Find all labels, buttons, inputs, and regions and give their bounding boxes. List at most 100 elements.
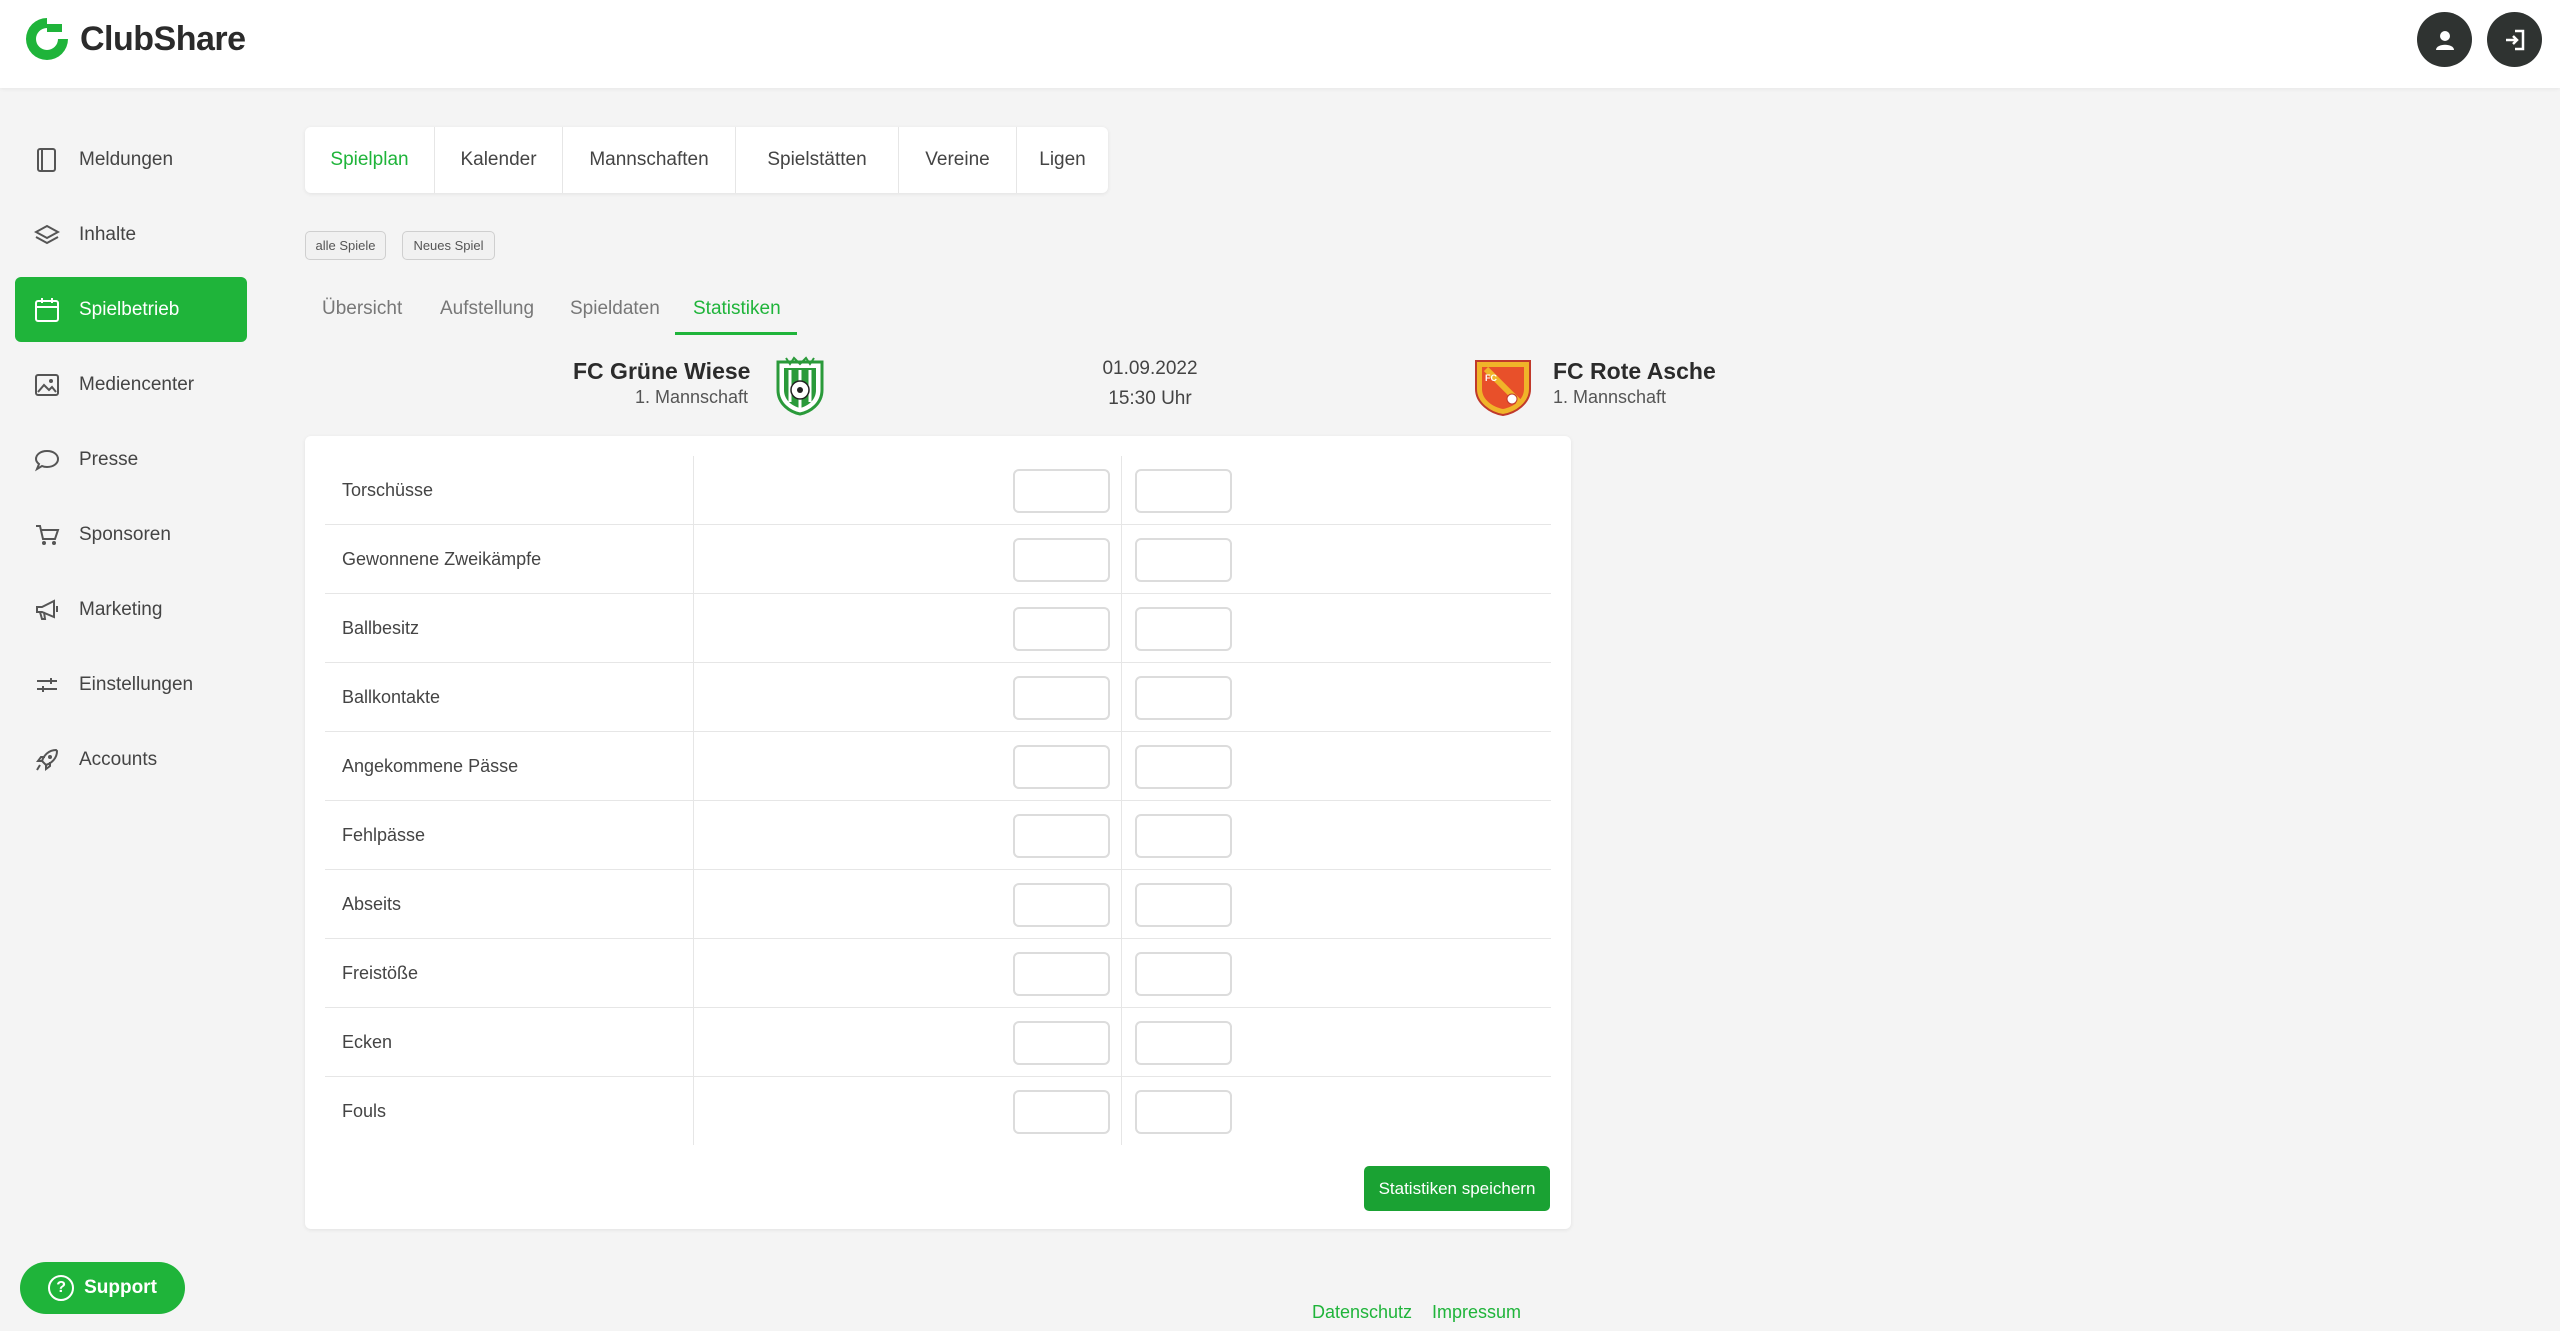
subtab-spieldaten[interactable]: Spieldaten	[570, 298, 660, 320]
stat-label: Freistöße	[342, 963, 419, 983]
subtab-uebersicht[interactable]: Übersicht	[322, 298, 402, 320]
home-stat-input[interactable]	[1013, 814, 1110, 858]
sidebar-item-label: Einstellungen	[79, 673, 194, 695]
home-team-squad: 1. Mannschaft	[635, 387, 749, 407]
subtab-statistiken[interactable]: Statistiken	[693, 298, 781, 320]
sliders-icon	[33, 671, 61, 699]
home-stat-input[interactable]	[1013, 1090, 1110, 1134]
stat-row: Torschüsse	[325, 456, 1551, 525]
top-bar: ClubShare	[0, 0, 2560, 88]
sidebar-item-accounts[interactable]: Accounts	[15, 727, 247, 792]
brand[interactable]: ClubShare	[22, 14, 246, 64]
away-stat-input[interactable]	[1135, 676, 1232, 720]
away-stat-input[interactable]	[1135, 1021, 1232, 1065]
privacy-link[interactable]: Datenschutz	[1312, 1302, 1412, 1323]
tab-spielstaetten[interactable]: Spielstätten	[736, 127, 899, 193]
sidebar-item-inhalte[interactable]: Inhalte	[15, 202, 247, 267]
sidebar-item-meldungen[interactable]: Meldungen	[15, 127, 247, 192]
stat-label: Ballkontakte	[342, 687, 441, 707]
sidebar-item-label: Spielbetrieb	[79, 298, 180, 320]
sidebar-item-label: Inhalte	[79, 223, 137, 245]
stat-row: Ecken	[325, 1008, 1551, 1077]
stat-row: Gewonnene Zweikämpfe	[325, 525, 1551, 594]
home-team-name: FC Grüne Wiese	[573, 358, 751, 384]
away-stat-input[interactable]	[1135, 814, 1232, 858]
layers-icon	[33, 221, 61, 249]
user-icon	[2435, 30, 2454, 50]
match-time: 15:30 Uhr	[1108, 388, 1192, 409]
away-team-name: FC Rote Asche	[1553, 358, 1716, 384]
match-date: 01.09.2022	[1102, 358, 1198, 379]
sidebar-item-label: Presse	[79, 448, 139, 470]
support-button[interactable]: ? Support	[20, 1262, 185, 1314]
sidebar-item-spielbetrieb[interactable]: Spielbetrieb	[15, 277, 247, 342]
stat-row: Angekommene Pässe	[325, 732, 1551, 801]
rocket-icon	[33, 746, 61, 774]
sidebar-item-label: Sponsoren	[79, 523, 171, 545]
book-icon	[33, 146, 61, 174]
statistics-card: Torschüsse Gewonnene Zweikämpfe Ballbesi…	[305, 436, 1571, 1229]
svg-text:FC: FC	[1485, 373, 1497, 383]
tab-ligen[interactable]: Ligen	[1017, 127, 1108, 193]
stat-label: Ecken	[342, 1032, 393, 1052]
stat-label: Torschüsse	[342, 480, 434, 500]
cart-icon	[33, 521, 61, 549]
sidebar-item-marketing[interactable]: Marketing	[15, 577, 247, 642]
stat-row: Abseits	[325, 870, 1551, 939]
imprint-link[interactable]: Impressum	[1432, 1302, 1521, 1323]
away-stat-input[interactable]	[1135, 469, 1232, 513]
stat-label: Ballbesitz	[342, 618, 420, 638]
all-games-button[interactable]: alle Spiele	[305, 231, 386, 260]
home-stat-input[interactable]	[1013, 883, 1110, 927]
subtab-aufstellung[interactable]: Aufstellung	[440, 298, 534, 320]
home-stat-input[interactable]	[1013, 607, 1110, 651]
tab-mannschaften[interactable]: Mannschaften	[563, 127, 736, 193]
away-stat-input[interactable]	[1135, 1090, 1232, 1134]
stat-label: Fouls	[342, 1101, 387, 1121]
sidebar-item-label: Mediencenter	[79, 373, 195, 395]
away-team-crest-icon: FC	[1475, 360, 1531, 417]
tab-spielplan[interactable]: Spielplan	[305, 127, 435, 193]
stat-label: Angekommene Pässe	[342, 756, 519, 776]
logout-icon	[2505, 29, 2524, 50]
stat-label: Gewonnene Zweikämpfe	[342, 549, 542, 569]
away-stat-input[interactable]	[1135, 607, 1232, 651]
support-label: Support	[84, 1277, 157, 1298]
save-statistics-button[interactable]: Statistiken speichern	[1364, 1166, 1550, 1211]
new-game-button[interactable]: Neues Spiel	[402, 231, 495, 260]
home-stat-input[interactable]	[1013, 952, 1110, 996]
home-stat-input[interactable]	[1013, 676, 1110, 720]
away-stat-input[interactable]	[1135, 538, 1232, 582]
home-stat-input[interactable]	[1013, 745, 1110, 789]
stat-row: Fehlpässe	[325, 801, 1551, 870]
stat-label: Abseits	[342, 894, 402, 914]
home-stat-input[interactable]	[1013, 1021, 1110, 1065]
tab-kalender[interactable]: Kalender	[435, 127, 563, 193]
sidebar-item-sponsoren[interactable]: Sponsoren	[15, 502, 247, 567]
stat-label: Fehlpässe	[342, 825, 426, 845]
away-stat-input[interactable]	[1135, 883, 1232, 927]
sidebar-item-label: Meldungen	[79, 148, 174, 170]
sidebar-item-label: Marketing	[79, 598, 163, 620]
stat-row: Ballbesitz	[325, 594, 1551, 663]
home-stat-input[interactable]	[1013, 469, 1110, 513]
sidebar-item-presse[interactable]: Presse	[15, 427, 247, 492]
logout-button[interactable]	[2487, 12, 2542, 67]
sidebar-item-einstellungen[interactable]: Einstellungen	[15, 652, 247, 717]
away-stat-input[interactable]	[1135, 952, 1232, 996]
megaphone-icon	[33, 596, 61, 624]
tab-vereine[interactable]: Vereine	[899, 127, 1017, 193]
app-name: ClubShare	[80, 19, 246, 58]
stat-row: Ballkontakte	[325, 663, 1551, 732]
sidebar-item-mediencenter[interactable]: Mediencenter	[15, 352, 247, 417]
home-stat-input[interactable]	[1013, 538, 1110, 582]
stat-row: Fouls	[325, 1077, 1551, 1146]
user-button[interactable]	[2417, 12, 2472, 67]
stat-row: Freistöße	[325, 939, 1551, 1008]
away-stat-input[interactable]	[1135, 745, 1232, 789]
help-icon: ?	[48, 1275, 75, 1301]
away-team-squad: 1. Mannschaft	[1553, 387, 1667, 407]
image-icon	[33, 371, 61, 399]
clubshare-logo-icon	[26, 18, 68, 60]
speech-bubble-icon	[33, 446, 61, 474]
